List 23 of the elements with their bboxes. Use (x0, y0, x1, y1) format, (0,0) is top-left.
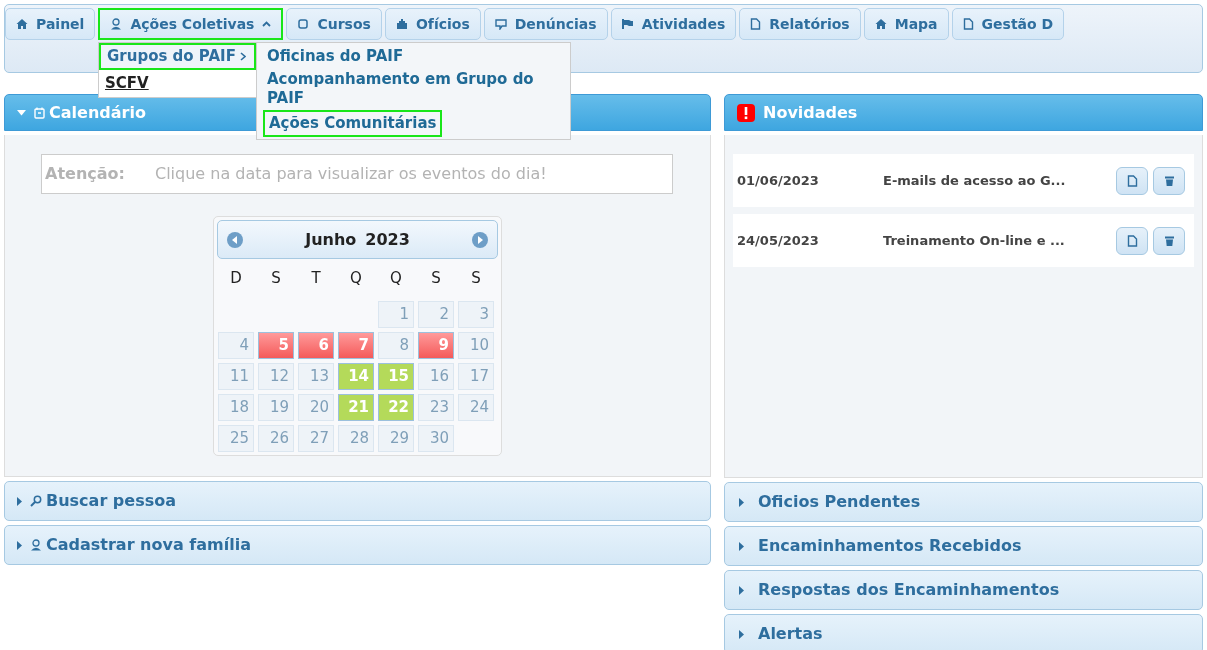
weekday-label: Q (389, 268, 403, 289)
weekday-label: T (310, 268, 322, 289)
panel-title: Novidades (763, 101, 858, 124)
news-title: E-mails de acesso ao G... (883, 171, 1067, 190)
weekday-label: Q (349, 268, 363, 289)
weekday-label: S (470, 268, 482, 289)
news-date: 01/06/2023 (737, 171, 820, 190)
section-title: Oficios Pendentes (758, 491, 921, 513)
notice-text: Clique na data para visualizar os eventos do dia! (154, 163, 547, 185)
notice-label: Atenção: (45, 163, 125, 185)
news-date: 24/05/2023 (737, 231, 820, 250)
calendar-month: Junho (305, 228, 357, 251)
news-title: Treinamento On-line e ... (883, 231, 1066, 250)
section-title: Alertas (758, 623, 823, 645)
section-title: Respostas dos Encaminhamentos (758, 579, 1060, 601)
weekday-label: S (270, 268, 282, 289)
calendar-year: 2023 (365, 228, 410, 251)
section-title: Cadastrar nova família (46, 534, 251, 556)
section-title: Encaminhamentos Recebidos (758, 535, 1022, 557)
section-title: Buscar pessoa (46, 490, 176, 512)
panel-title: Calendário (49, 101, 146, 124)
weekday-label: D (229, 268, 243, 289)
weekday-label: S (430, 268, 442, 289)
